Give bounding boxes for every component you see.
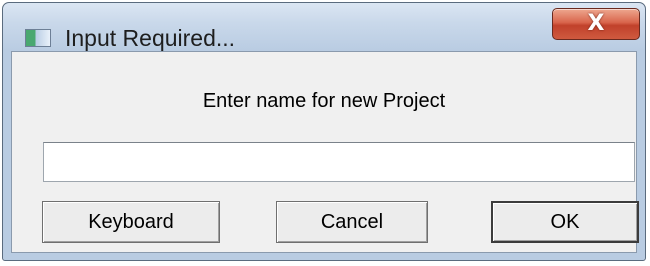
title-bar[interactable]: Input Required... X [3, 3, 645, 51]
keyboard-button[interactable]: Keyboard [42, 201, 220, 243]
app-window-icon [25, 29, 51, 47]
close-button[interactable]: X [552, 8, 640, 40]
ok-button[interactable]: OK [491, 201, 639, 243]
dialog-body: Enter name for new Project Keyboard Canc… [11, 51, 639, 253]
close-icon: X [587, 11, 605, 36]
window-title: Input Required... [65, 25, 236, 51]
input-required-dialog: Input Required... X Enter name for new P… [2, 2, 646, 261]
cancel-button[interactable]: Cancel [276, 201, 428, 243]
project-name-input[interactable] [43, 142, 635, 182]
prompt-text: Enter name for new Project [202, 90, 446, 112]
